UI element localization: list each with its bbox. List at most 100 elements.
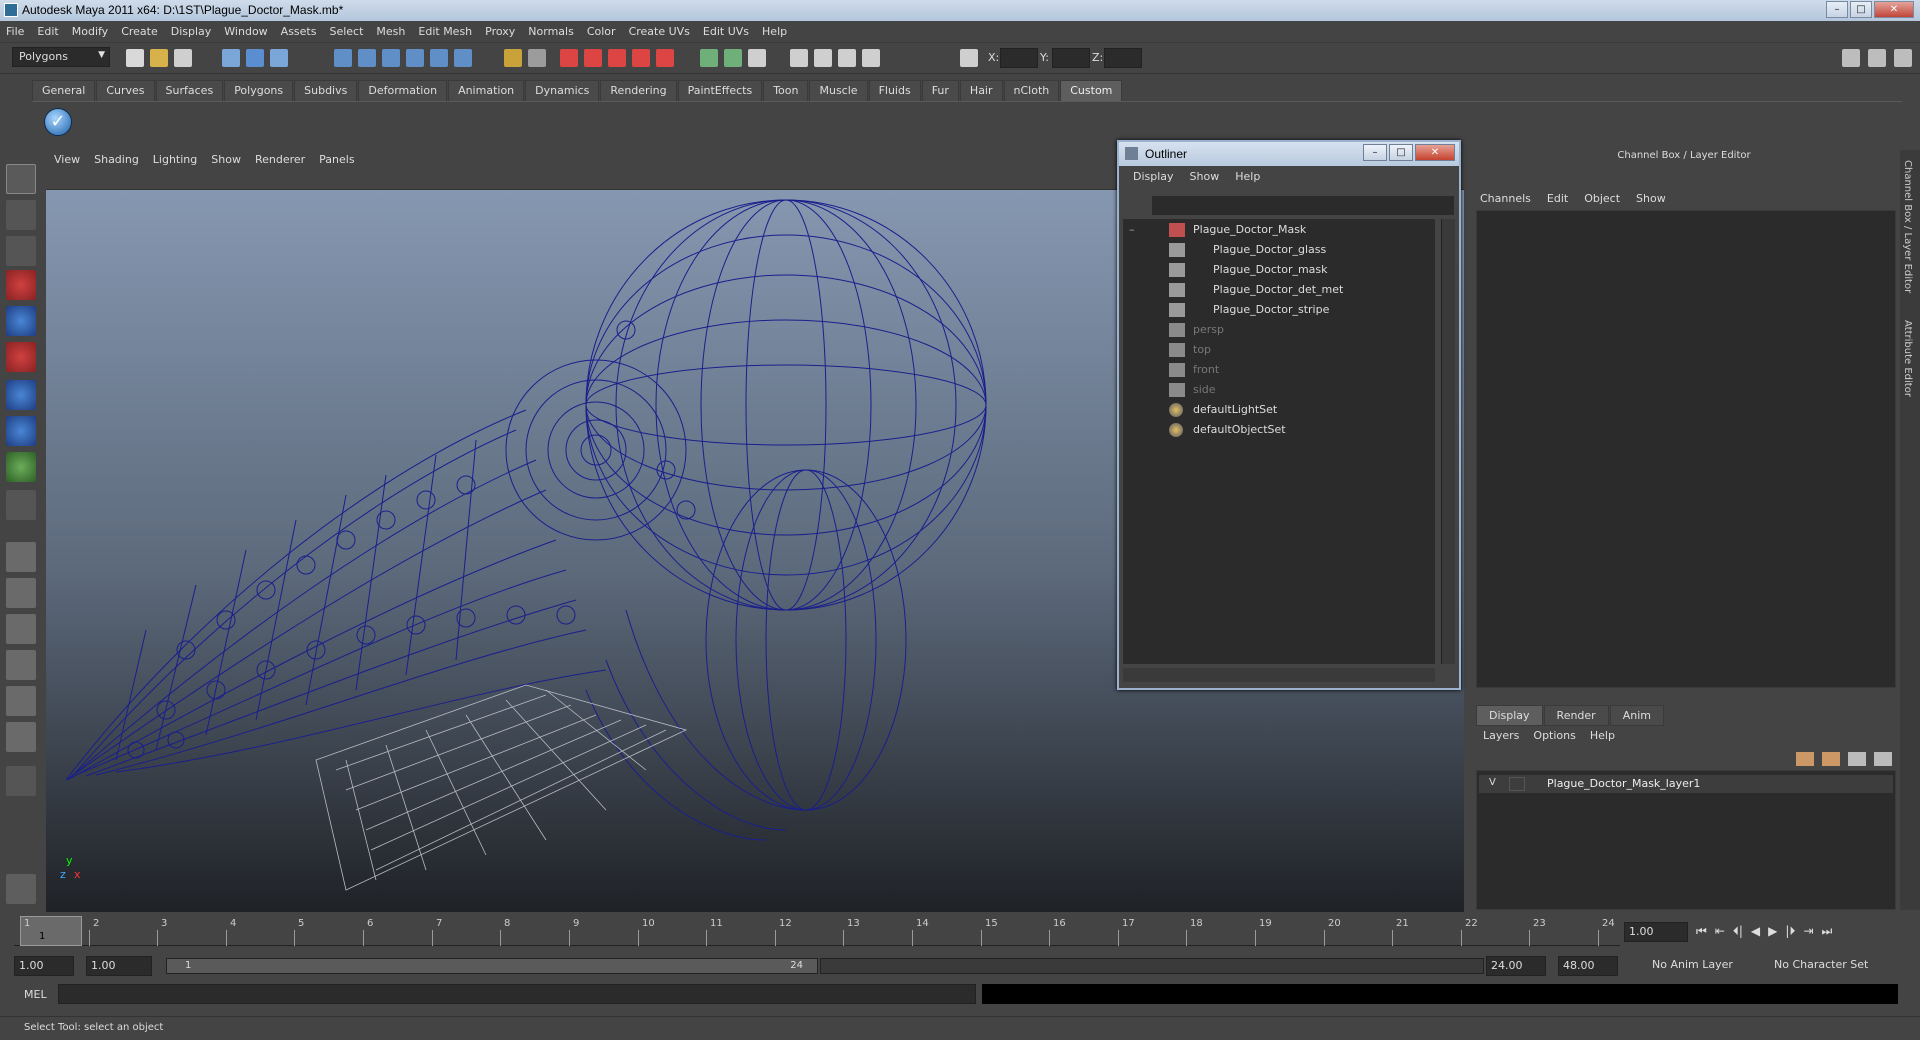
layer-tool-two-icon[interactable]	[1874, 752, 1892, 766]
play-backward-icon[interactable]: ◀	[1751, 924, 1760, 939]
x-field[interactable]	[1000, 48, 1038, 68]
playback-end-field[interactable]: 24.00	[1486, 956, 1546, 976]
menu-help[interactable]: Help	[762, 25, 787, 38]
layer-tool-icon[interactable]	[1848, 752, 1866, 766]
play-forward-icon[interactable]: ▶	[1768, 924, 1777, 939]
outliner-menu-show[interactable]: Show	[1190, 170, 1220, 183]
toggle-tool-settings-icon[interactable]	[1868, 49, 1886, 67]
toggle-attribute-editor-icon[interactable]	[1842, 49, 1860, 67]
outliner-item[interactable]: side	[1123, 381, 1433, 399]
select-by-component-icon[interactable]	[270, 49, 288, 67]
viewport-menu-lighting[interactable]: Lighting	[153, 153, 197, 166]
channel-box-panel[interactable]	[1476, 210, 1896, 688]
menu-edit[interactable]: Edit	[37, 25, 58, 38]
outliner-minimize-button[interactable]: –	[1363, 144, 1387, 161]
ipr-render-icon[interactable]	[584, 49, 602, 67]
z-field[interactable]	[1104, 48, 1142, 68]
menu-create[interactable]: Create	[121, 25, 158, 38]
start-time-field[interactable]: 1.00	[14, 956, 74, 976]
collapse-icon[interactable]: –	[1129, 223, 1135, 236]
channel-menu-edit[interactable]: Edit	[1547, 192, 1568, 205]
move-tool-icon[interactable]	[6, 270, 36, 300]
current-frame-field[interactable]: 1.00	[1624, 922, 1688, 942]
mel-label[interactable]: MEL	[24, 988, 47, 1001]
anim-layer-dropdown[interactable]: No Anim Layer	[1652, 958, 1733, 971]
maximize-button[interactable]: □	[1850, 1, 1872, 18]
outliner-maximize-button[interactable]: □	[1389, 144, 1413, 161]
menu-edit-mesh[interactable]: Edit Mesh	[418, 25, 472, 38]
shelf-tab-hair[interactable]: Hair	[959, 80, 1003, 101]
menu-assets[interactable]: Assets	[281, 25, 317, 38]
soft-modification-icon[interactable]	[6, 416, 36, 446]
new-layer-icon[interactable]	[1796, 752, 1814, 766]
layout-two-icon[interactable]	[724, 49, 742, 67]
lasso-tool-icon[interactable]	[6, 200, 36, 230]
snap-curve-icon[interactable]	[358, 49, 376, 67]
step-back-frame-icon[interactable]: ⏴|	[1733, 924, 1743, 939]
shelf-tab-fluids[interactable]: Fluids	[868, 80, 921, 101]
hypergraph-icon[interactable]	[862, 49, 880, 67]
trax-icon[interactable]	[838, 49, 856, 67]
menu-edit-uvs[interactable]: Edit UVs	[703, 25, 749, 38]
outliner-item[interactable]: defaultLightSet	[1123, 401, 1433, 419]
graph-editor-icon[interactable]	[790, 49, 808, 67]
layer-color-swatch[interactable]	[1509, 777, 1525, 791]
layer-tab-anim[interactable]: Anim	[1609, 705, 1664, 726]
shelf-tab-deformation[interactable]: Deformation	[358, 80, 448, 101]
outliner-item[interactable]: Plague_Doctor_mask	[1123, 261, 1433, 279]
step-back-key-icon[interactable]: ⇤	[1715, 924, 1725, 939]
shelf-tab-animation[interactable]: Animation	[448, 80, 525, 101]
checkmark-icon[interactable]: ✓	[44, 108, 72, 136]
layer-menu-layers[interactable]: Layers	[1483, 729, 1519, 742]
outliner-item[interactable]: Plague_Doctor_stripe	[1123, 301, 1433, 319]
outliner-item[interactable]: defaultObjectSet	[1123, 421, 1433, 439]
outliner-vertical-scrollbar[interactable]	[1441, 219, 1455, 664]
save-scene-icon[interactable]	[174, 49, 192, 67]
time-slider-track[interactable]	[14, 916, 1620, 946]
close-button[interactable]: ✕	[1874, 1, 1914, 18]
shelf-tab-custom[interactable]: Custom	[1060, 80, 1123, 101]
viewport-menu-view[interactable]: View	[54, 153, 80, 166]
outliner-menu-help[interactable]: Help	[1235, 170, 1260, 183]
lock-icon[interactable]	[504, 49, 522, 67]
transform-mode-icon[interactable]	[960, 49, 978, 67]
outliner-item[interactable]: front	[1123, 361, 1433, 379]
menu-select[interactable]: Select	[329, 25, 363, 38]
outliner-menu-display[interactable]: Display	[1133, 170, 1174, 183]
toggle-channel-box-icon[interactable]	[1894, 49, 1912, 67]
side-tab-attribute-editor[interactable]: Attribute Editor	[1902, 320, 1913, 397]
outliner-horizontal-scrollbar[interactable]	[1123, 668, 1435, 682]
viewport-menu-panels[interactable]: Panels	[319, 153, 354, 166]
minimize-button[interactable]: –	[1826, 1, 1848, 18]
step-forward-key-icon[interactable]: ⇥	[1803, 924, 1813, 939]
layout-options-icon[interactable]	[6, 766, 36, 796]
single-perspective-layout-icon[interactable]	[6, 542, 36, 572]
dope-sheet-icon[interactable]	[814, 49, 832, 67]
select-by-hierarchy-icon[interactable]	[222, 49, 240, 67]
render-current-icon[interactable]	[560, 49, 578, 67]
outliner-item[interactable]: persp	[1123, 321, 1433, 339]
scale-tool-icon[interactable]	[6, 342, 36, 372]
layer-tab-display[interactable]: Display	[1476, 705, 1543, 726]
step-forward-frame-icon[interactable]: |⏵	[1785, 924, 1795, 939]
shelf-tab-toon[interactable]: Toon	[763, 80, 809, 101]
go-to-start-icon[interactable]: ⏮	[1696, 924, 1707, 939]
side-tab-channel-box[interactable]: Channel Box / Layer Editor	[1902, 160, 1913, 293]
menu-display[interactable]: Display	[171, 25, 212, 38]
last-tool-icon[interactable]	[6, 490, 36, 520]
outliner-close-button[interactable]: ✕	[1415, 144, 1455, 161]
show-manipulator-icon[interactable]	[6, 452, 36, 482]
shelf-tab-fur[interactable]: Fur	[921, 80, 959, 101]
snap-plane-icon[interactable]	[406, 49, 424, 67]
four-view-layout-icon[interactable]	[6, 578, 36, 608]
outliner-icon[interactable]	[748, 49, 766, 67]
snap-grid-icon[interactable]	[334, 49, 352, 67]
range-slider[interactable]: 1 24	[166, 958, 818, 974]
layer-menu-options[interactable]: Options	[1533, 729, 1575, 742]
hypershade-icon[interactable]	[632, 49, 650, 67]
outliner-filter-input[interactable]	[1152, 196, 1454, 215]
input-ops-icon[interactable]	[528, 49, 546, 67]
go-to-end-icon[interactable]: ⏭	[1822, 924, 1833, 939]
menu-file[interactable]: File	[6, 25, 24, 38]
outliner-item[interactable]: Plague_Doctor_glass	[1123, 241, 1433, 259]
